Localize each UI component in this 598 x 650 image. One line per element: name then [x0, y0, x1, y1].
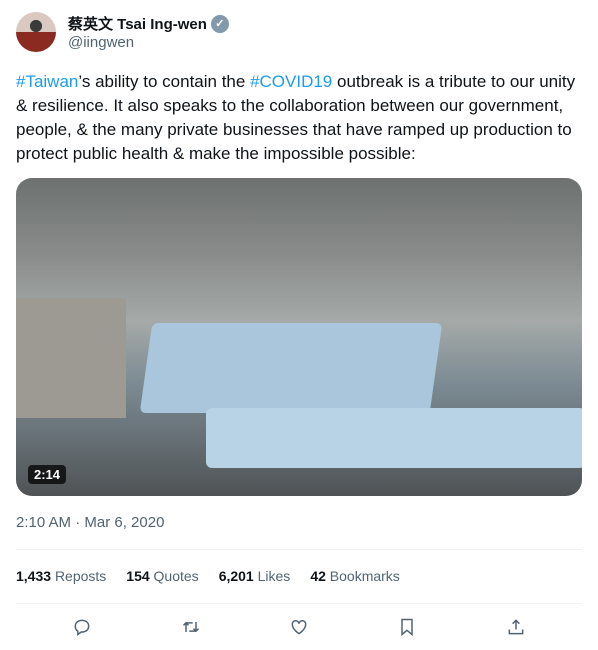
bookmarks-stat[interactable]: 42 Bookmarks	[310, 568, 400, 584]
reposts-stat[interactable]: 1,433 Reposts	[16, 568, 106, 584]
action-bar	[16, 614, 582, 640]
reply-icon[interactable]	[69, 614, 95, 640]
divider	[16, 603, 582, 604]
hashtag-covid19[interactable]: #COVID19	[250, 72, 332, 91]
hashtag-taiwan[interactable]: #Taiwan	[16, 72, 78, 91]
quotes-stat[interactable]: 154 Quotes	[126, 568, 198, 584]
bookmark-icon[interactable]	[394, 614, 420, 640]
author-handle[interactable]: @iingwen	[68, 34, 134, 51]
divider	[16, 549, 582, 550]
video-player[interactable]: 2:14	[16, 178, 582, 496]
stats-bar: 1,433 Reposts 154 Quotes 6,201 Likes 42 …	[16, 568, 400, 584]
like-icon[interactable]	[286, 614, 312, 640]
video-duration: 2:14	[28, 465, 67, 484]
author-name[interactable]: 蔡英文 Tsai Ing-wen ✓	[68, 13, 229, 34]
tweet-text: #Taiwan’s ability to contain the #COVID1…	[16, 72, 576, 163]
verified-badge-icon: ✓	[210, 14, 229, 33]
likes-stat[interactable]: 6,201 Likes	[219, 568, 291, 584]
machine-part	[16, 298, 126, 418]
avatar[interactable]	[16, 12, 56, 52]
mask-stack	[206, 408, 582, 468]
share-icon[interactable]	[503, 614, 529, 640]
timestamp[interactable]: 2:10 AM · Mar 6, 2020	[16, 514, 164, 531]
mask-stack	[139, 323, 443, 413]
repost-icon[interactable]	[178, 614, 204, 640]
